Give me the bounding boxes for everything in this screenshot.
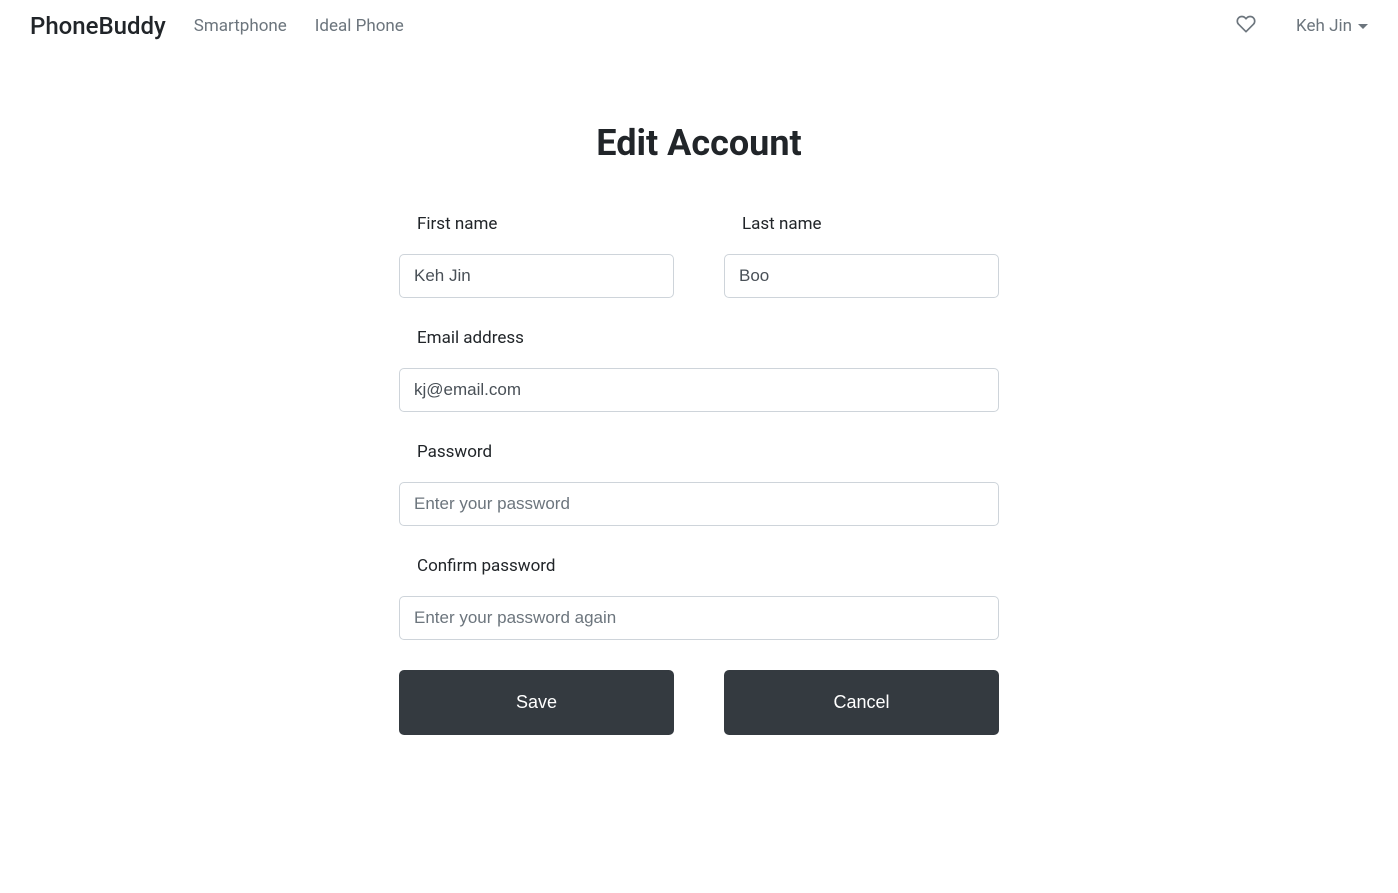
nav-link-ideal-phone[interactable]: Ideal Phone: [315, 16, 404, 36]
nav-link-smartphone[interactable]: Smartphone: [194, 16, 287, 36]
password-group: Password: [399, 442, 999, 526]
last-name-label: Last name: [724, 214, 999, 234]
first-name-label: First name: [399, 214, 674, 234]
cancel-button[interactable]: Cancel: [724, 670, 999, 735]
password-label: Password: [399, 442, 999, 462]
first-name-group: First name: [399, 214, 674, 298]
button-row: Save Cancel: [399, 670, 999, 735]
last-name-input[interactable]: [724, 254, 999, 298]
confirm-password-label: Confirm password: [399, 556, 999, 576]
first-name-input[interactable]: [399, 254, 674, 298]
user-name: Keh Jin: [1296, 16, 1352, 36]
name-row: First name Last name: [399, 214, 999, 298]
navbar-right: Keh Jin: [1236, 14, 1368, 38]
chevron-down-icon: [1358, 24, 1368, 29]
heart-icon[interactable]: [1236, 14, 1256, 38]
user-menu[interactable]: Keh Jin: [1296, 16, 1368, 36]
email-group: Email address: [399, 328, 999, 412]
last-name-group: Last name: [724, 214, 999, 298]
navbar: PhoneBuddy Smartphone Ideal Phone Keh Ji…: [0, 0, 1398, 52]
confirm-password-input[interactable]: [399, 596, 999, 640]
password-input[interactable]: [399, 482, 999, 526]
email-label: Email address: [399, 328, 999, 348]
brand-logo[interactable]: PhoneBuddy: [30, 12, 166, 40]
navbar-left: PhoneBuddy Smartphone Ideal Phone: [30, 12, 404, 40]
page-title: Edit Account: [399, 122, 999, 164]
save-button[interactable]: Save: [399, 670, 674, 735]
confirm-password-group: Confirm password: [399, 556, 999, 640]
main-container: Edit Account First name Last name Email …: [389, 122, 1009, 735]
email-input[interactable]: [399, 368, 999, 412]
